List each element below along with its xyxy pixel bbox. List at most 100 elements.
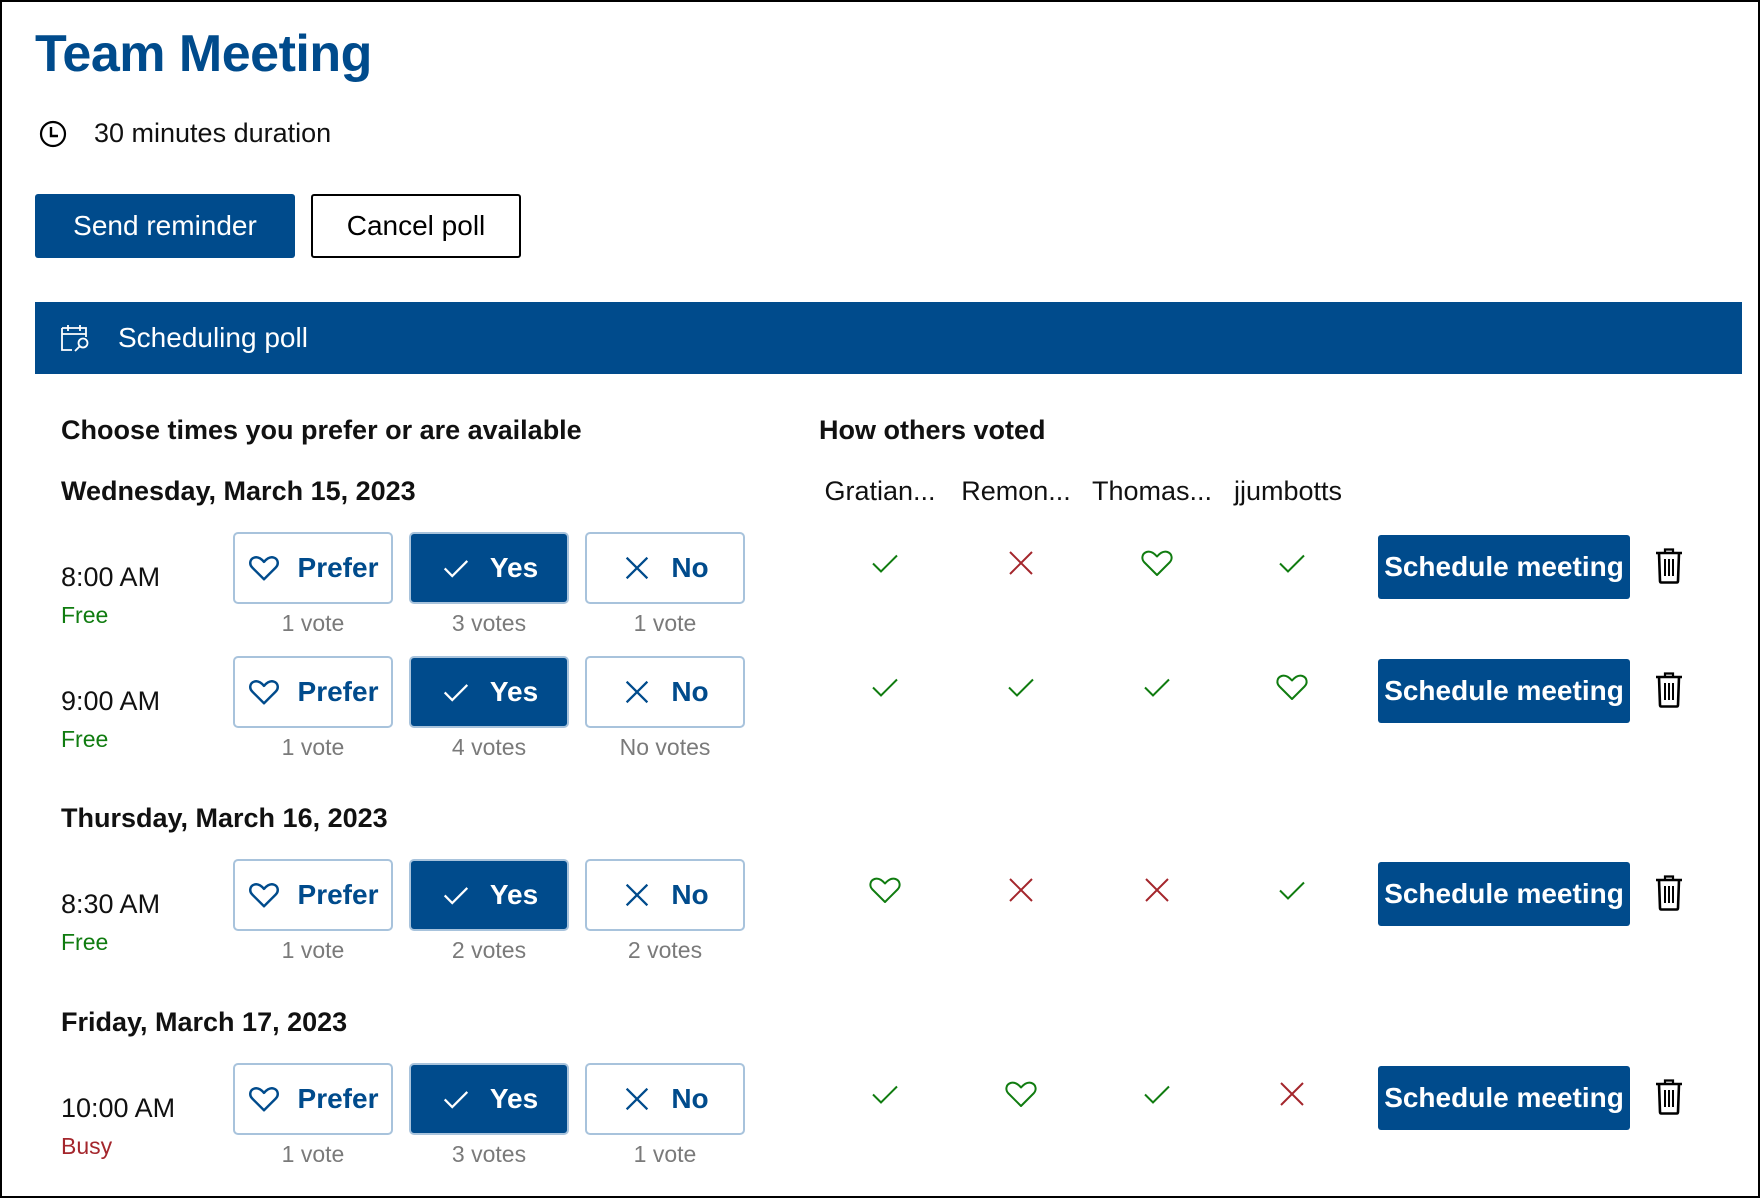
trash-icon[interactable] [1654,1079,1684,1115]
no-button[interactable]: No [585,1063,745,1135]
scheduling-poll-page: Team Meeting 30 minutes duration Send re… [0,0,1760,1198]
prefer-label: Prefer [297,676,379,707]
no-vote-count: No votes [619,734,711,760]
heart-icon [1004,1077,1038,1111]
availability-status: Free [61,929,109,955]
checkmark-icon [868,1077,902,1111]
participant-name: Gratian... [824,476,936,506]
yes-label: Yes [489,1083,539,1114]
yes-label: Yes [489,552,539,583]
clock-icon [39,120,67,147]
checkmark-icon [440,552,472,584]
others-voted-heading: How others voted [819,415,1046,445]
checkmark-icon [440,1083,472,1115]
checkmark-icon [440,676,472,708]
availability-status: Free [61,726,109,752]
schedule-meeting-button[interactable]: Schedule meeting [1378,1066,1630,1130]
trash-icon[interactable] [1654,875,1684,911]
prefer-vote-count: 1 vote [281,937,345,963]
date-heading: Wednesday, March 15, 2023 [61,476,416,506]
yes-button[interactable]: Yes [409,532,569,604]
x-icon [1004,873,1038,907]
send-reminder-button[interactable]: Send reminder [35,194,295,258]
prefer-vote-count: 1 vote [281,610,345,636]
checkmark-icon [1140,670,1174,704]
yes-button[interactable]: Yes [409,656,569,728]
checkmark-icon [1275,546,1309,580]
yes-label: Yes [489,676,539,707]
no-label: No [671,1083,709,1114]
calendar-search-icon [61,325,89,352]
heart-icon [1275,670,1309,704]
x-icon [1140,873,1174,907]
checkmark-icon [1004,670,1038,704]
slot-time: 10:00 AM [61,1093,176,1123]
choose-times-heading: Choose times you prefer or are available [61,415,582,445]
no-button[interactable]: No [585,532,745,604]
yes-vote-count: 2 votes [451,937,527,963]
duration-text: 30 minutes duration [94,118,332,148]
time-slot-row: 8:30 AM Free Prefer 1 vote Yes 2 votes N… [2,859,1760,969]
prefer-button[interactable]: Prefer [233,859,393,931]
x-icon [621,1083,653,1115]
prefer-button[interactable]: Prefer [233,1063,393,1135]
cancel-poll-button[interactable]: Cancel poll [311,194,521,258]
trash-icon[interactable] [1654,548,1684,584]
heart-icon [248,552,280,584]
x-icon [1275,1077,1309,1111]
x-icon [621,879,653,911]
no-label: No [671,676,709,707]
trash-icon[interactable] [1654,672,1684,708]
page-title: Team Meeting [35,25,372,83]
slot-time: 8:00 AM [61,562,161,592]
checkmark-icon [868,670,902,704]
schedule-meeting-button[interactable]: Schedule meeting [1378,659,1630,723]
prefer-label: Prefer [297,1083,379,1114]
yes-vote-count: 4 votes [451,734,527,760]
yes-button[interactable]: Yes [409,859,569,931]
duration-row: 30 minutes duration [38,118,331,149]
yes-label: Yes [489,879,539,910]
prefer-vote-count: 1 vote [281,734,345,760]
checkmark-icon [868,546,902,580]
date-heading: Thursday, March 16, 2023 [61,803,388,833]
availability-status: Free [61,602,109,628]
yes-vote-count: 3 votes [451,1141,527,1167]
scheduling-poll-banner: Scheduling poll [35,302,1742,374]
x-icon [621,552,653,584]
prefer-button[interactable]: Prefer [233,532,393,604]
prefer-button[interactable]: Prefer [233,656,393,728]
participant-name: jjumbotts [1233,476,1343,506]
checkmark-icon [440,879,472,911]
time-slot-row: 8:00 AM Free Prefer 1 vote Yes 3 votes N… [2,532,1760,642]
availability-status: Busy [61,1133,113,1159]
no-vote-count: 2 votes [627,937,703,963]
prefer-label: Prefer [297,552,379,583]
no-button[interactable]: No [585,859,745,931]
participant-name: Remon... [961,476,1071,506]
slot-time: 9:00 AM [61,686,161,716]
time-slot-row: 10:00 AM Busy Prefer 1 vote Yes 3 votes … [2,1063,1760,1173]
yes-vote-count: 3 votes [451,610,527,636]
heart-icon [248,1083,280,1115]
date-heading: Friday, March 17, 2023 [61,1007,348,1037]
no-vote-count: 1 vote [633,610,697,636]
schedule-meeting-button[interactable]: Schedule meeting [1378,535,1630,599]
checkmark-icon [1140,1077,1174,1111]
checkmark-icon [1275,873,1309,907]
prefer-vote-count: 1 vote [281,1141,345,1167]
heart-icon [868,873,902,907]
schedule-meeting-button[interactable]: Schedule meeting [1378,862,1630,926]
time-slot-row: 9:00 AM Free Prefer 1 vote Yes 4 votes N… [2,656,1760,766]
no-label: No [671,879,709,910]
no-button[interactable]: No [585,656,745,728]
yes-button[interactable]: Yes [409,1063,569,1135]
banner-label: Scheduling poll [118,322,308,353]
x-icon [1004,546,1038,580]
prefer-label: Prefer [297,879,379,910]
no-vote-count: 1 vote [633,1141,697,1167]
participant-name: Thomas... [1091,476,1213,506]
slot-time: 8:30 AM [61,889,161,919]
no-label: No [671,552,709,583]
heart-icon [248,879,280,911]
